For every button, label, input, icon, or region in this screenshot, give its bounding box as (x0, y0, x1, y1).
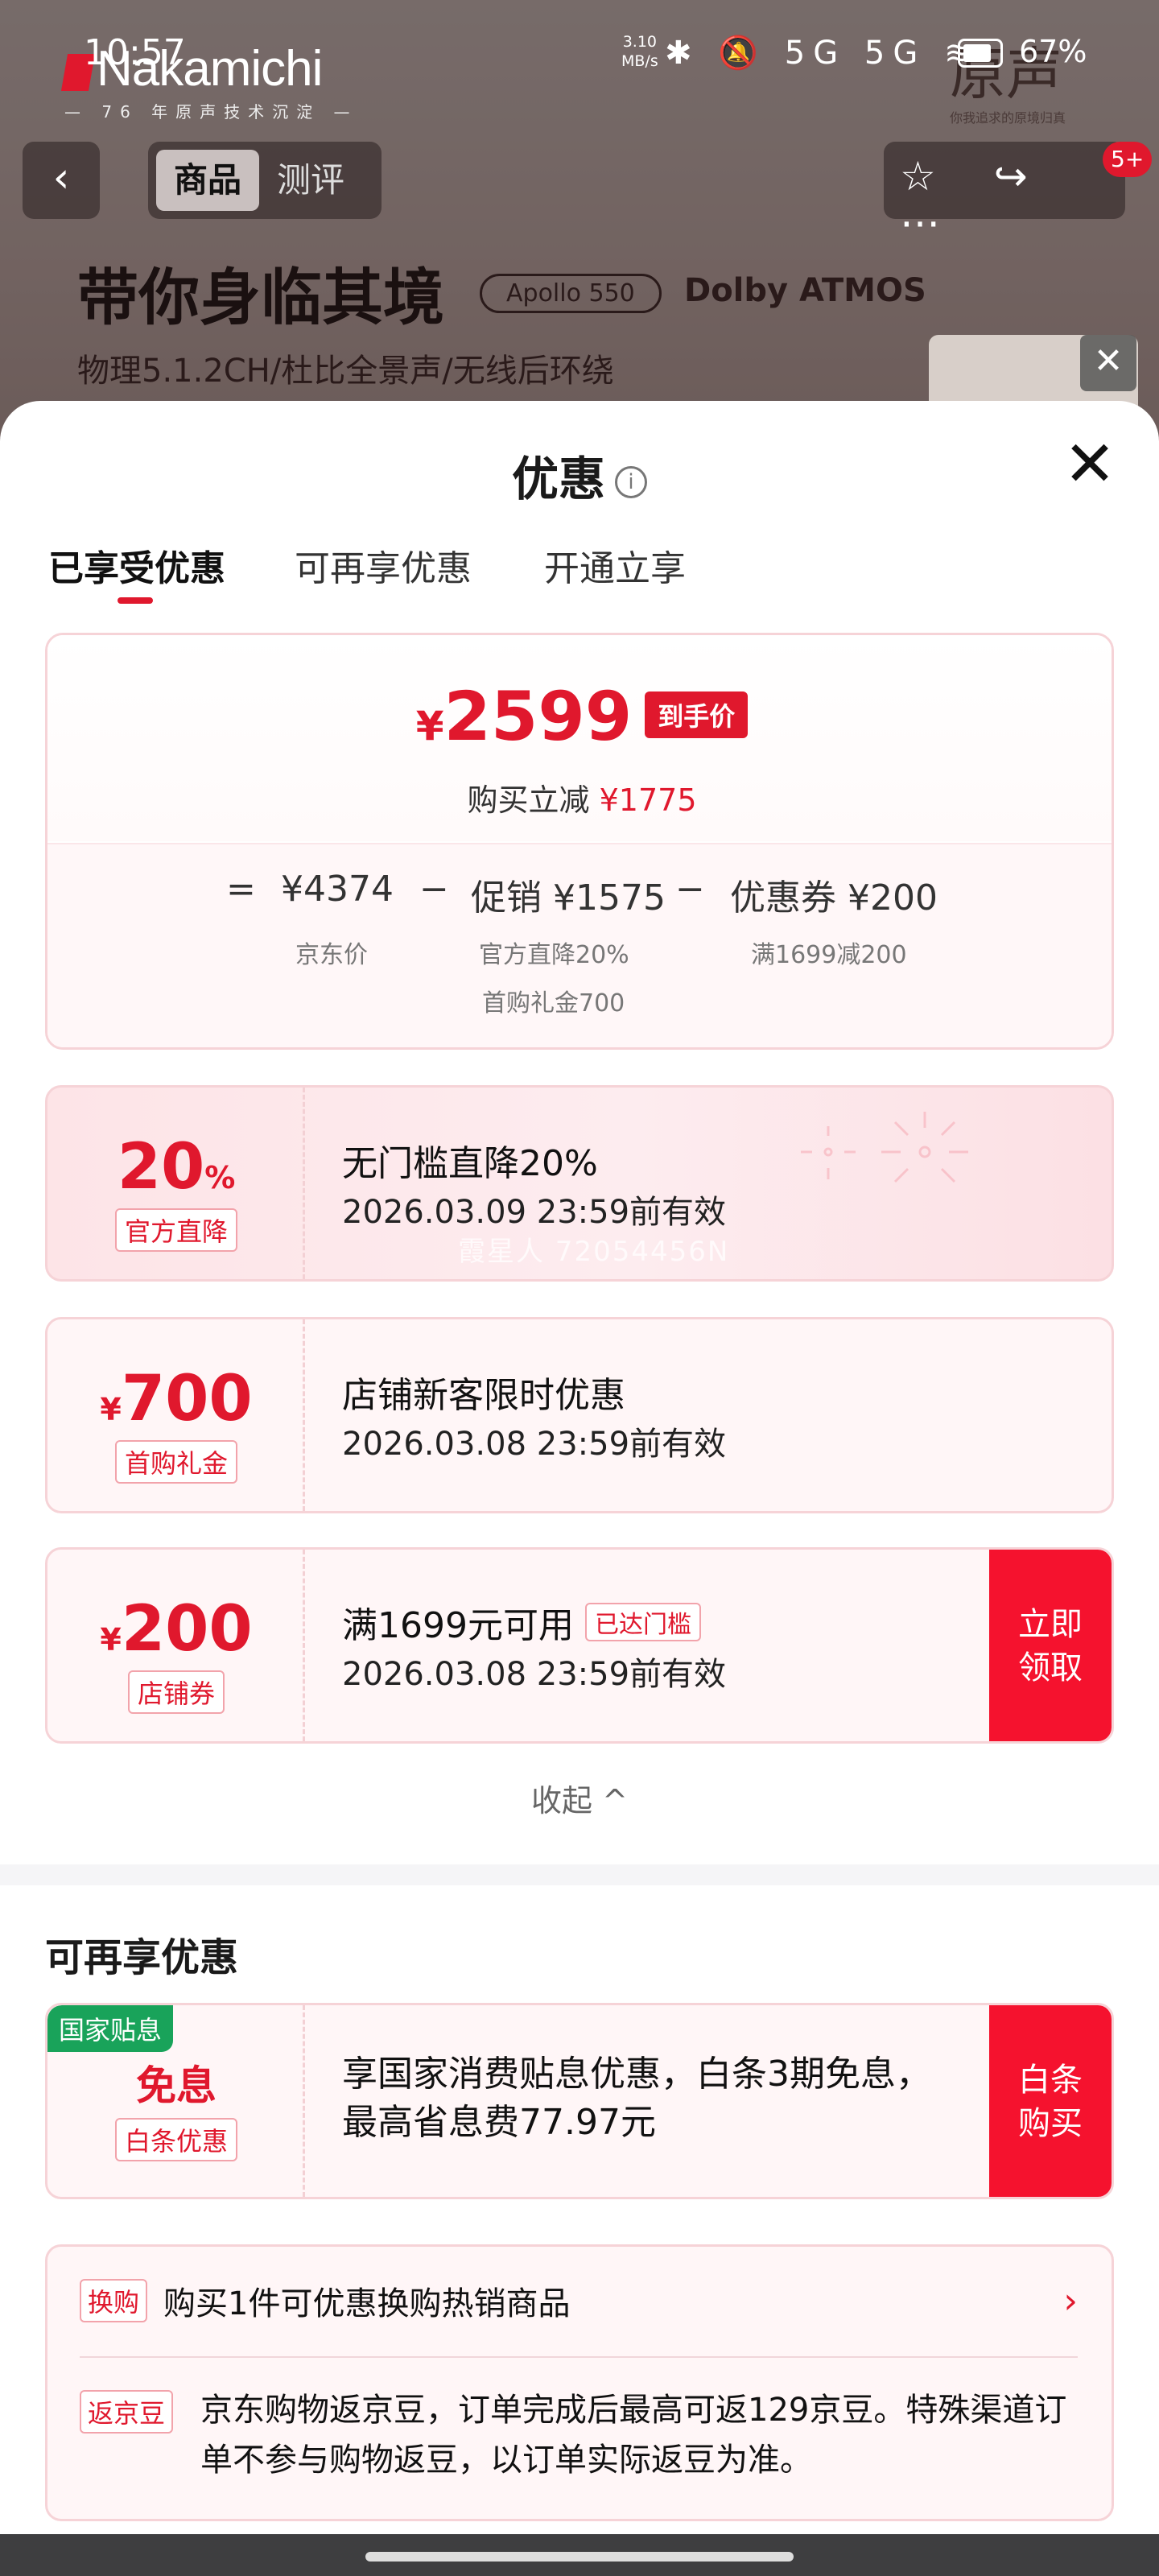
coupon-value-block: ¥200 店铺券 (47, 1550, 305, 1741)
final-price: ¥2599 到手价 (47, 677, 1112, 756)
back-button[interactable]: ‹ (23, 142, 100, 219)
close-icon[interactable]: ✕ (1059, 433, 1120, 497)
threshold-reached-tag: 已达门槛 (584, 1603, 701, 1641)
coupon-official-discount: 20% 官方直降 无门槛直降20% 2026.03.09 23:59前有效 霞星… (45, 1085, 1114, 1282)
coupon-title: 店铺新客限时优惠 (342, 1375, 625, 1416)
section-divider (0, 1864, 1159, 1885)
coupon-value-number: 700 (121, 1363, 253, 1435)
coupon-value-unit: % (204, 1160, 236, 1195)
equals-sign: = (226, 869, 256, 910)
product-model-pill: Apollo 550 (480, 274, 662, 313)
jd-price: ¥4374 (281, 869, 394, 910)
product-subline: 物理5.1.2CH/杜比全景声/无线后环绕 (77, 353, 614, 390)
coupon-currency: ¥ (100, 1622, 122, 1657)
status-bar: 10:57 3.10 MB/s ✱ 🔕 5G 5G ≋ 67% (0, 0, 1159, 113)
status-icons: ✱ 🔕 5G 5G ≋ (665, 35, 980, 72)
tab-more-available[interactable]: 可再享优惠 (295, 539, 472, 591)
product-headline: 带你身临其境 (77, 262, 444, 333)
coupon-validity: 2026.03.08 23:59前有效 (342, 1426, 727, 1463)
final-price-tag: 到手价 (645, 691, 749, 738)
promo-detail: 官方直降20% (479, 941, 629, 969)
national-subsidy-badge: 国家贴息 (47, 2005, 174, 2052)
baitiao-buy-button[interactable]: 白条 购买 (989, 2005, 1112, 2197)
tab-review[interactable]: 测评 (259, 150, 362, 211)
jd-beans-tag: 返京豆 (80, 2390, 174, 2434)
tab-enjoyed[interactable]: 已享受优惠 (48, 539, 225, 591)
dolby-logo: Dolby ATMOS (684, 272, 926, 309)
coupon-title-text: 满1699元可用 (342, 1605, 574, 1646)
chevron-left-icon: ‹ (52, 154, 70, 202)
jd-price-label: 京东价 (295, 941, 368, 969)
tab-open-now[interactable]: 开通立享 (544, 539, 686, 591)
info-icon[interactable]: i (615, 465, 647, 498)
coupon-interest-free: 免息 白条优惠 国家贴息 享国家消费贴息优惠，白条3期免息，最高省息费77.97… (45, 2003, 1114, 2199)
coupon-title: 满1699元可用 已达门槛 (342, 1596, 701, 1648)
minus-sign: − (419, 869, 449, 910)
coupon-value-number: 200 (121, 1593, 253, 1666)
price-breakdown: = ¥4374 − 促销 ¥1575 − 优惠券 ¥200 京东价 官方直降20… (47, 843, 1112, 1047)
coupon-type-tag: 白条优惠 (114, 2118, 237, 2161)
tab-product[interactable]: 商品 (156, 150, 260, 211)
firework-decoration-icon (801, 1112, 968, 1183)
battery-icon (958, 39, 1003, 68)
watermark-text: 霞星人 72054456N (458, 1236, 730, 1268)
home-indicator[interactable] (365, 2552, 794, 2562)
interest-free-label: 免息 (136, 2062, 217, 2109)
coupon-value: 20% (47, 1131, 305, 1203)
status-time: 10:57 (84, 32, 186, 73)
reduction-label: 购买立减 (467, 782, 590, 818)
battery-percent: 67% (1019, 34, 1087, 69)
exchange-row[interactable]: 换购 购买1件可优惠换购热销商品 › (80, 2277, 1078, 2329)
collapse-button[interactable]: 收起 ^ (0, 1776, 1159, 1820)
promo-amount: 促销 ¥1575 (471, 877, 666, 919)
tab-underline (118, 597, 153, 604)
discount-tabs: 已享受优惠 可再享优惠 开通立享 (48, 539, 1111, 604)
close-icon[interactable]: ✕ (1080, 335, 1136, 391)
currency-symbol: ¥ (415, 703, 444, 749)
section-title: 可再享优惠 (45, 1935, 239, 1980)
coupon-detail: 满1699减200 (751, 941, 907, 969)
minus-sign: − (675, 869, 705, 910)
notification-badge: 5+ (1103, 142, 1153, 177)
promo-detail: 首购礼金700 (482, 989, 625, 1018)
coupon-first-purchase: ¥700 首购礼金 店铺新客限时优惠 2026.03.08 23:59前有效 (45, 1317, 1114, 1513)
coupon-type-tag: 店铺券 (127, 1670, 225, 1714)
coupon-validity: 2026.03.09 23:59前有效 (342, 1194, 727, 1231)
divider (80, 2356, 1078, 2358)
reduction-amount: ¥1775 (599, 782, 697, 818)
chevron-right-icon[interactable]: › (1063, 2281, 1078, 2322)
final-price-value: 2599 (443, 677, 633, 756)
extra-benefits-card: 换购 购买1件可优惠换购热销商品 › 返京豆 京东购物返京豆，订单完成后最高可返1… (45, 2244, 1114, 2521)
sheet-title-text: 优惠 (511, 452, 605, 506)
system-nav-bar (0, 2534, 1159, 2576)
net-speed: 3.10 MB/s (621, 33, 658, 70)
price-summary-card: ¥2599 到手价 购买立减 ¥1775 = ¥4374 − 促销 ¥1575 −… (45, 633, 1114, 1050)
jd-beans-text: 京东购物返京豆，订单完成后最高可返129京豆。特殊渠道订单不参与购物返豆，以订单… (200, 2392, 1067, 2479)
coupon-value: 免息 (47, 2054, 305, 2112)
discount-sheet: 优惠 i ✕ 已享受优惠 可再享优惠 开通立享 ¥2599 到手价 购买立减 ¥17… (0, 401, 1159, 2534)
coupon-type-tag: 首购礼金 (114, 1440, 237, 1484)
coupon-value-block: 20% 官方直降 (47, 1088, 305, 1279)
coupon-value-number: 20 (117, 1131, 205, 1203)
coupon-currency: ¥ (100, 1392, 122, 1427)
exchange-text: 购买1件可优惠换购热销商品 (163, 2285, 571, 2322)
coupon-validity: 2026.03.08 23:59前有效 (342, 1656, 727, 1693)
coupon-title: 无门槛直降20% (342, 1143, 598, 1184)
coupon-amount: 优惠券 ¥200 (730, 877, 938, 919)
top-tabs: 商品 测评 (148, 142, 382, 219)
coupon-value-block: ¥700 首购礼金 (47, 1319, 305, 1511)
coupon-type-tag: 官方直降 (114, 1208, 237, 1252)
coupon-store: ¥200 店铺券 满1699元可用 已达门槛 2026.03.08 23:59前有… (45, 1547, 1114, 1744)
sheet-title: 优惠 i (0, 441, 1159, 509)
coupon-value: ¥700 (47, 1363, 305, 1435)
claim-coupon-button[interactable]: 立即 领取 (989, 1550, 1112, 1741)
exchange-tag: 换购 (80, 2279, 148, 2322)
coupon-value: ¥200 (47, 1593, 305, 1666)
subsidy-description: 享国家消费贴息优惠，白条3期免息，最高省息费77.97元 (342, 2054, 931, 2143)
top-actions[interactable]: ☆ ↪ ⋯ (884, 142, 1125, 246)
instant-reduction: 购买立减 ¥1775 (47, 775, 1112, 819)
